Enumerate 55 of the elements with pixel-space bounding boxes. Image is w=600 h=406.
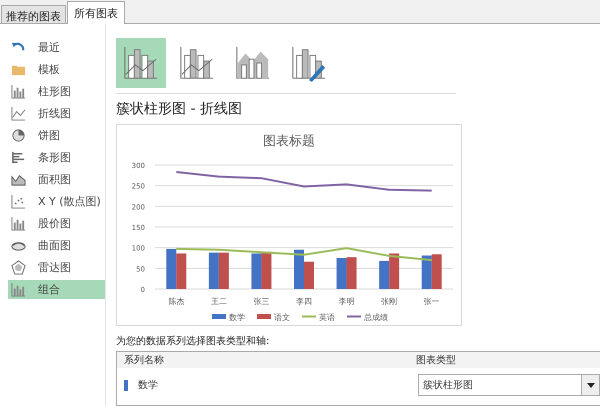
sidebar-item[interactable]: 柱形图 (8, 82, 105, 101)
legend-line (347, 316, 361, 318)
sidebar-item[interactable]: 组合 (8, 280, 105, 299)
axis-label: 陈杰 (168, 297, 184, 306)
legend-label: 数学 (229, 313, 245, 322)
series-name: 数学 (138, 379, 158, 392)
bar (218, 252, 229, 289)
bar (208, 252, 219, 289)
axis-label: 张一 (424, 297, 440, 306)
sidebar-item[interactable]: 折线图 (8, 104, 105, 123)
legend-label: 语文 (274, 313, 290, 322)
axis-label: 张三 (253, 297, 270, 306)
sidebar-item[interactable]: 曲面图 (8, 236, 105, 255)
legend-line (302, 316, 316, 318)
line-chart-icon (11, 106, 26, 121)
bar (379, 260, 390, 289)
sidebar-item[interactable]: 股价图 (8, 214, 105, 233)
axis-label: 李四 (296, 297, 312, 306)
bar (166, 248, 176, 289)
chart-type-heading: 簇状柱形图 - 折线图 (116, 100, 243, 118)
dropdown-arrow-icon (586, 382, 594, 388)
tab[interactable]: 所有图表 (67, 1, 125, 24)
column-header: 系列名称 (123, 354, 165, 367)
bar-chart-icon (11, 150, 26, 165)
legend-label: 总成绩 (364, 313, 388, 322)
bar (422, 256, 432, 289)
bar (251, 253, 262, 289)
column-chart-icon (11, 84, 26, 99)
sidebar-item[interactable]: 雷达图 (8, 258, 105, 277)
chart-title: 图表标题 (263, 134, 315, 149)
bar (432, 254, 442, 289)
sidebar-item[interactable]: 最近 (8, 38, 105, 57)
area-chart-icon (11, 172, 26, 187)
sidebar-item[interactable]: 条形图 (8, 148, 105, 167)
sidebar-item[interactable]: X Y (散点图) (8, 192, 105, 211)
tab[interactable]: 推荐的图表 (1, 5, 66, 23)
legend-label: 英语 (319, 313, 335, 322)
pie-chart-icon (11, 128, 26, 143)
sidebar-item[interactable]: 面积图 (8, 170, 105, 189)
legend-swatch (212, 314, 226, 319)
radar-chart-icon (11, 260, 26, 275)
scatter-chart-icon (11, 194, 26, 209)
axis-label: 李明 (338, 297, 355, 306)
bar (389, 253, 400, 289)
bar (176, 253, 186, 289)
sidebar-item[interactable]: 模板 (8, 60, 105, 79)
column-header: 图表类型 (415, 354, 456, 367)
legend-swatch (257, 314, 271, 319)
sidebar-item[interactable]: 饼图 (8, 126, 105, 145)
chart-type-dropdown[interactable]: 簇状柱形图 (418, 374, 600, 396)
bar (346, 257, 357, 289)
axis-label: 王二 (210, 297, 227, 306)
axis-label: 张刚 (381, 297, 398, 306)
bar (336, 258, 347, 289)
series-prompt: 为您的数据系列选择图表类型和轴: (116, 334, 270, 348)
